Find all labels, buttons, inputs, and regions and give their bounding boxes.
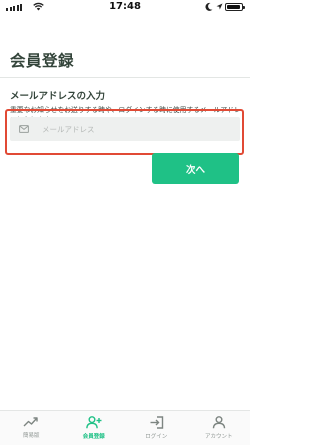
tab-label: ログイン bbox=[145, 434, 168, 440]
trend-chart-icon bbox=[23, 417, 38, 427]
mail-icon bbox=[19, 125, 33, 133]
next-button[interactable]: 次へ bbox=[152, 153, 239, 184]
tab-login[interactable]: ログイン bbox=[125, 411, 188, 445]
battery-icon bbox=[225, 3, 245, 11]
do-not-disturb-moon-icon bbox=[205, 2, 213, 11]
tab-register[interactable]: 会員登録 bbox=[63, 411, 126, 445]
title-divider bbox=[0, 77, 250, 78]
tab-label: アカウント bbox=[204, 434, 233, 440]
email-field[interactable] bbox=[10, 117, 240, 141]
location-arrow-icon bbox=[216, 3, 223, 10]
tab-label: 会員登録 bbox=[82, 434, 105, 440]
section-title: メールアドレスの入力 bbox=[10, 91, 106, 102]
login-icon bbox=[150, 416, 163, 429]
page-title: 会員登録 bbox=[10, 52, 75, 70]
email-input[interactable] bbox=[42, 124, 232, 134]
tab-simple[interactable]: 簡易版 bbox=[0, 411, 63, 445]
account-icon bbox=[212, 416, 225, 429]
bottom-tab-bar: 簡易版 会員登録 ログイン アカウント bbox=[0, 410, 250, 445]
status-bar: 17:48 bbox=[0, 0, 250, 14]
add-user-icon bbox=[85, 416, 102, 429]
tab-label: 簡易版 bbox=[22, 433, 40, 439]
tab-account[interactable]: アカウント bbox=[188, 411, 251, 445]
